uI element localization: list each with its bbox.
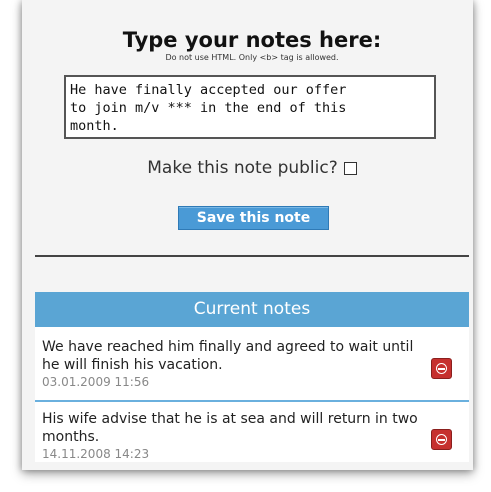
save-note-button[interactable]: Save this note — [178, 206, 329, 230]
note-date: 14.11.2008 14:23 — [42, 447, 150, 461]
delete-icon[interactable] — [431, 358, 452, 379]
public-label: Make this note public? — [147, 158, 338, 178]
note-item: We have reached him finally and agreed t… — [35, 330, 469, 402]
public-checkbox[interactable] — [343, 161, 357, 175]
form-hint: Do not use HTML. Only <b> tag is allowed… — [165, 53, 339, 62]
note-textarea[interactable]: He have finally accepted our offer to jo… — [64, 75, 436, 139]
current-notes-header: Current notes — [35, 292, 469, 327]
note-text: We have reached him finally and agreed t… — [42, 339, 414, 373]
note-form: Type your notes here: Do not use HTML. O… — [35, 0, 469, 258]
note-text: His wife advise that he is at sea and wi… — [42, 411, 418, 445]
note-date: 03.01.2009 11:56 — [42, 375, 150, 389]
note-item: His wife advise that he is at sea and wi… — [35, 403, 469, 462]
notes-panel: Type your notes here: Do not use HTML. O… — [35, 0, 469, 462]
spacer — [35, 257, 469, 292]
delete-icon[interactable] — [431, 429, 452, 450]
public-row: Make this note public? — [35, 158, 469, 178]
form-title: Type your notes here: — [122, 28, 382, 52]
